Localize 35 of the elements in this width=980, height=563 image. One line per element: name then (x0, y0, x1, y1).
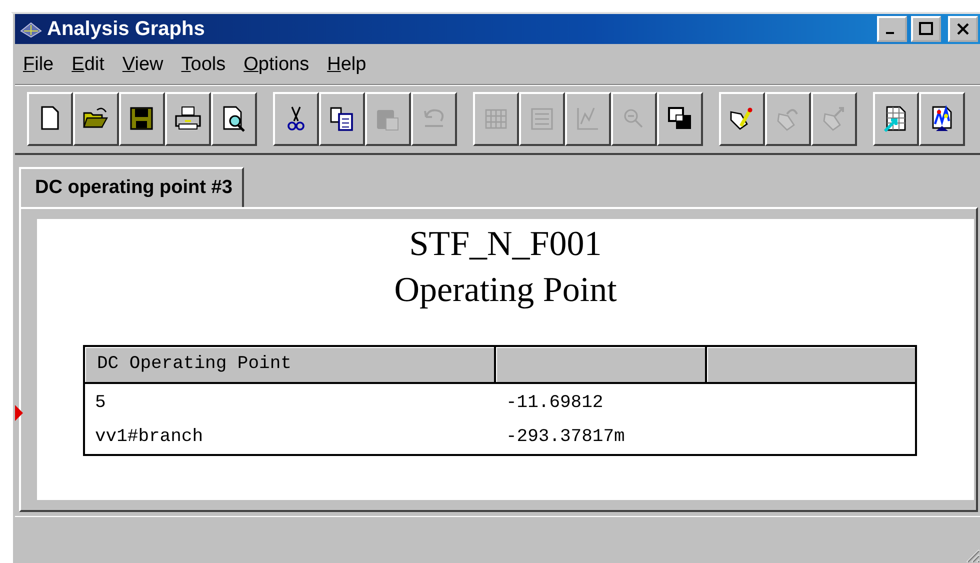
column-header[interactable] (707, 347, 915, 384)
menu-item[interactable]: View (122, 54, 164, 76)
toolbar-button[interactable] (319, 92, 365, 146)
toolbar-button[interactable] (119, 92, 165, 146)
toolbar-button[interactable] (165, 92, 211, 146)
maximize-icon (918, 22, 934, 36)
window-title: Analysis Graphs (47, 18, 205, 40)
toolbar-button[interactable] (73, 92, 119, 146)
menu-item[interactable]: Edit (72, 54, 104, 76)
column-header[interactable] (496, 347, 707, 384)
tab[interactable]: DC operating point #3 (19, 167, 244, 209)
menu-item[interactable]: Help (327, 54, 366, 76)
resize-grip-icon (964, 547, 980, 563)
menu-item[interactable]: Options (244, 54, 310, 76)
toolbar-button[interactable] (919, 92, 965, 146)
table-cell-text: vv1#branch (94, 426, 204, 449)
toolbar-button[interactable] (27, 92, 73, 146)
toolbar-button[interactable] (873, 92, 919, 146)
table-cell-text: -293.37817m (505, 426, 626, 449)
plot-subtitle: Operating Point (394, 269, 617, 311)
minimize-button[interactable] (877, 16, 907, 42)
table-cell-text: 5 (94, 392, 107, 415)
table-cell-text: -11.69812 (505, 392, 604, 415)
toolbar-button[interactable] (211, 92, 257, 146)
minimize-icon (886, 32, 894, 34)
maximize-button[interactable] (911, 16, 941, 42)
toolbar-button[interactable] (657, 92, 703, 146)
toolbar-button[interactable] (719, 92, 765, 146)
toolbar-button[interactable] (273, 92, 319, 146)
menu-item[interactable]: Tools (181, 54, 226, 76)
plot-title: STF_N_F001 (409, 223, 602, 265)
close-button[interactable] (948, 16, 978, 42)
close-icon (955, 22, 971, 36)
column-header[interactable]: DC Operating Point (85, 347, 496, 384)
menu-item[interactable]: File (23, 54, 54, 76)
